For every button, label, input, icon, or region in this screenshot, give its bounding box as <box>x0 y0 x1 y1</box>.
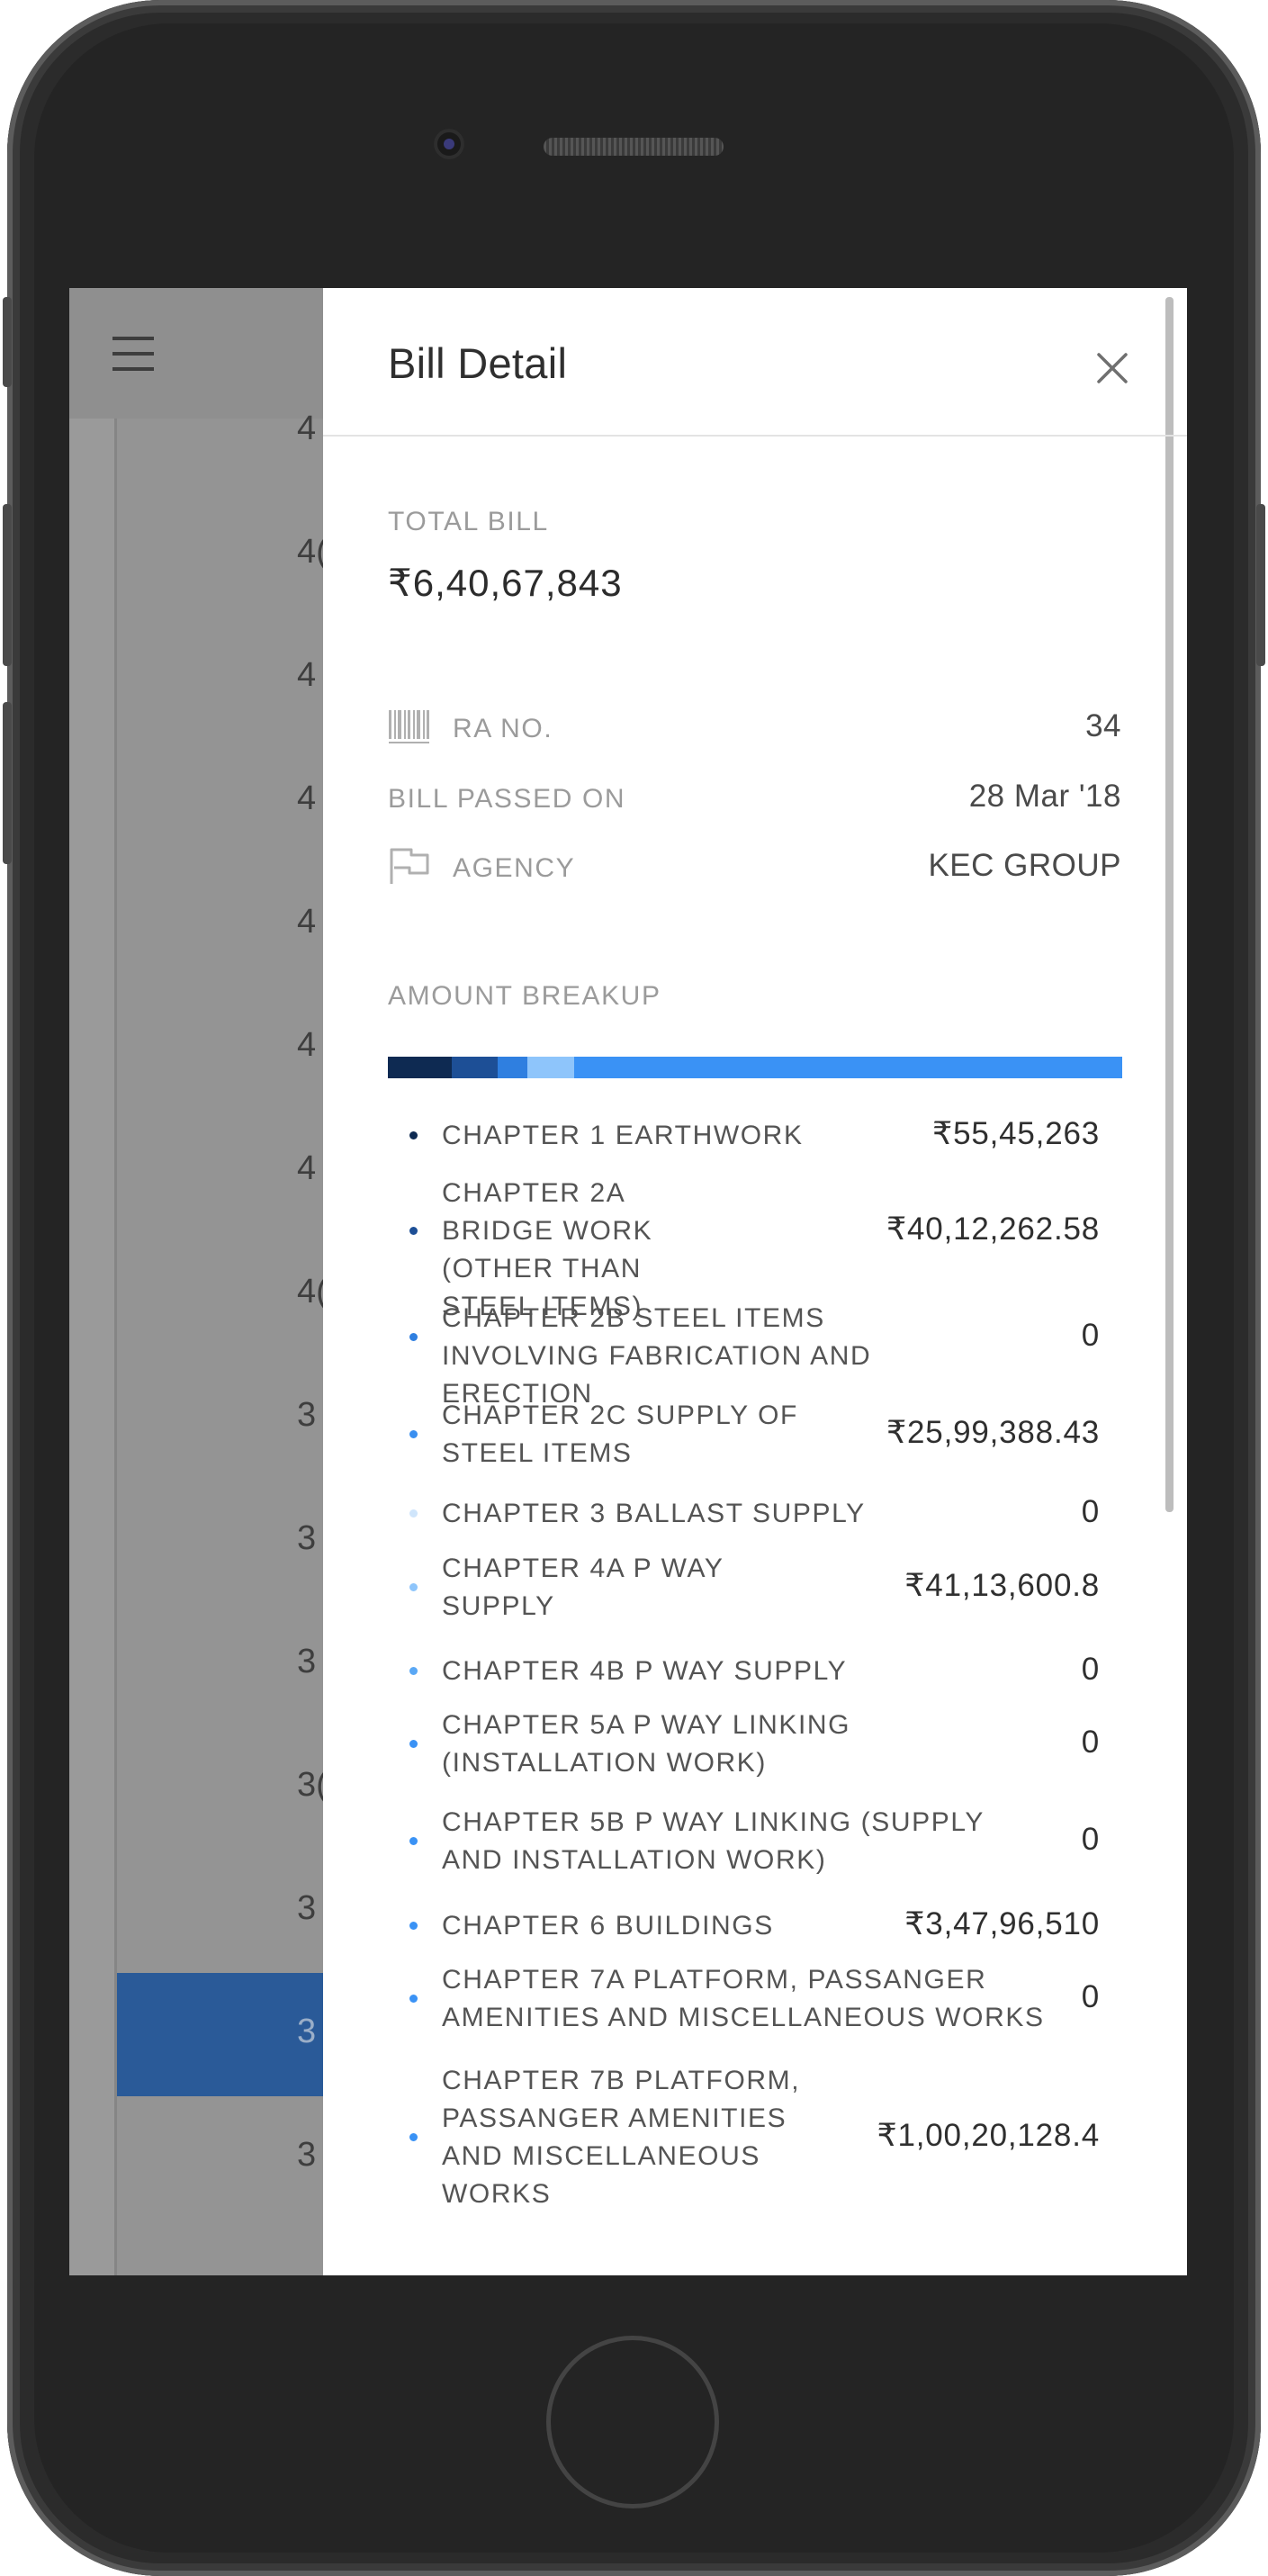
phone-side-button <box>1256 504 1265 666</box>
breakup-chapter-name: CHAPTER 2C SUPPLY OF STEEL ITEMS <box>442 1401 798 1468</box>
breakup-row: CHAPTER 6 BUILDINGS ₹3,47,96,510 <box>388 1897 1100 1955</box>
breakup-row: CHAPTER 2C SUPPLY OF STEEL ITEMS ₹25,99,3… <box>388 1393 1100 1476</box>
legend-dot-icon <box>409 1837 418 1845</box>
ra-number-label: RA NO. <box>453 714 553 743</box>
amount-bar-segment <box>388 1057 452 1078</box>
bill-list-item-number: 4 <box>297 779 317 817</box>
legend-dot-icon <box>409 1509 418 1518</box>
amount-bar-segment <box>526 1057 575 1078</box>
breakup-amount: ₹3,47,96,510 <box>904 1906 1100 1941</box>
bill-list-item-number: 4 <box>297 1149 317 1187</box>
total-bill-label: TOTAL BILL <box>388 507 549 536</box>
close-button[interactable] <box>1090 346 1135 391</box>
breakup-chapter-name: CHAPTER 7B PLATFORM, PASSANGER AMENITIES… <box>442 2066 801 2209</box>
legend-dot-icon <box>409 1995 418 2003</box>
drawer-header: Bill Detail <box>323 288 1187 437</box>
legend-dot-icon <box>409 2133 418 2141</box>
bill-list-item-number: 3 <box>297 1889 317 1927</box>
flag-icon <box>390 848 429 884</box>
bill-list-item-number: 4 <box>297 656 317 694</box>
hamburger-menu-icon[interactable] <box>112 337 154 371</box>
legend-dot-icon <box>409 1430 418 1438</box>
breakup-row: CHAPTER 4B P WAY SUPPLY 0 <box>388 1643 1100 1700</box>
breakup-row: CHAPTER 2B STEEL ITEMS INVOLVING FABRICA… <box>388 1296 1100 1409</box>
front-camera <box>434 129 464 159</box>
bill-list-item-number: 3 <box>297 2136 317 2174</box>
legend-dot-icon <box>409 1583 418 1591</box>
breakup-amount: ₹41,13,600.8 <box>904 1568 1100 1603</box>
phone-side-button <box>3 297 12 387</box>
app-screen: 4 4(4 4 4 4 4 4(3 3 3 3(3 3 3 Bill Detail TOTAL BIL… <box>69 288 1187 2275</box>
bill-list-item-number: 3 <box>297 2013 317 2050</box>
breakup-chapter-name: CHAPTER 3 BALLAST SUPPLY <box>442 1499 866 1528</box>
breakup-amount: 0 <box>1081 1318 1100 1353</box>
amount-bar-segment <box>497 1057 527 1078</box>
phone-side-button <box>3 504 12 666</box>
legend-dot-icon <box>409 1227 418 1235</box>
breakup-row: CHAPTER 7B PLATFORM, PASSANGER AMENITIES… <box>388 2055 1100 2220</box>
phone-side-button <box>3 702 12 864</box>
barcode-icon <box>389 710 429 743</box>
ra-number-row: RA NO. 34 <box>388 707 1121 753</box>
bill-passed-row: BILL PASSED ON 28 Mar '18 <box>388 777 1121 824</box>
breakup-amount: ₹25,99,388.43 <box>886 1415 1100 1450</box>
breakup-row: CHAPTER 2A BRIDGE WORK (OTHER THAN STEEL… <box>388 1168 1100 1321</box>
legend-dot-icon <box>409 1333 418 1341</box>
breakup-row: CHAPTER 7A PLATFORM, PASSANGER AMENITIES… <box>388 1958 1100 2040</box>
amount-bar-segment <box>574 1057 1122 1078</box>
breakup-row: CHAPTER 5A P WAY LINKING (INSTALLATION W… <box>388 1703 1100 1786</box>
bill-passed-value: 28 Mar '18 <box>968 779 1121 814</box>
bill-detail-drawer: Bill Detail TOTAL BILL ₹6,40,67,843 RA N… <box>323 288 1187 2275</box>
bill-list-item-number: 4 <box>297 410 317 447</box>
bill-list-item-number: 4 <box>297 903 317 941</box>
total-bill-value: ₹6,40,67,843 <box>388 562 623 604</box>
amount-breakup-bar <box>388 1057 1122 1078</box>
breakup-amount: 0 <box>1081 1725 1100 1760</box>
breakup-chapter-name: CHAPTER 4A P WAY SUPPLY <box>442 1554 724 1621</box>
amount-breakup-label: AMOUNT BREAKUP <box>388 981 661 1011</box>
drawer-title: Bill Detail <box>388 339 568 387</box>
breakup-chapter-name: CHAPTER 4B P WAY SUPPLY <box>442 1656 848 1686</box>
ra-number-value: 34 <box>1085 708 1121 743</box>
breakup-amount: 0 <box>1081 1822 1100 1857</box>
agency-value: KEC GROUP <box>928 848 1121 883</box>
bill-list-item-number: 3 <box>297 1396 317 1434</box>
breakup-chapter-name: CHAPTER 6 BUILDINGS <box>442 1911 774 1941</box>
home-button[interactable] <box>546 2336 719 2508</box>
breakup-amount: 0 <box>1081 1652 1100 1687</box>
breakup-amount: ₹1,00,20,128.4 <box>877 2118 1100 2153</box>
breakup-chapter-name: CHAPTER 1 EARTHWORK <box>442 1121 804 1150</box>
breakup-chapter-name: CHAPTER 5A P WAY LINKING (INSTALLATION W… <box>442 1710 851 1778</box>
earpiece-speaker <box>544 138 724 156</box>
drawer-scrollbar[interactable] <box>1165 297 1174 1512</box>
bill-list-item-number: 3 <box>297 1643 317 1680</box>
breakup-amount: ₹40,12,262.58 <box>886 1211 1100 1247</box>
close-x-icon <box>1097 353 1128 383</box>
breakup-amount: 0 <box>1081 1494 1100 1529</box>
bill-passed-label: BILL PASSED ON <box>388 784 626 814</box>
bill-list-item-number: 3 <box>297 1519 317 1557</box>
amount-bar-segment <box>451 1057 498 1078</box>
breakup-chapter-name: CHAPTER 7A PLATFORM, PASSANGER AMENITIES… <box>442 1965 1045 2032</box>
breakup-amount: ₹55,45,263 <box>932 1116 1100 1151</box>
breakup-row: CHAPTER 3 BALLAST SUPPLY 0 <box>388 1485 1100 1543</box>
legend-dot-icon <box>409 1922 418 1930</box>
legend-dot-icon <box>409 1667 418 1675</box>
breakup-row: CHAPTER 5B P WAY LINKING (SUPPLY AND INS… <box>388 1800 1100 1883</box>
agency-row: AGENCY KEC GROUP <box>388 846 1121 893</box>
legend-dot-icon <box>409 1131 418 1139</box>
breakup-amount: 0 <box>1081 1979 1100 2014</box>
bill-list-item-number: 4 <box>297 1026 317 1064</box>
agency-label: AGENCY <box>453 853 576 883</box>
breakup-chapter-name: CHAPTER 5B P WAY LINKING (SUPPLY AND INS… <box>442 1807 985 1875</box>
legend-dot-icon <box>409 1740 418 1748</box>
breakup-row: CHAPTER 4A P WAY SUPPLY ₹41,13,600.8 <box>388 1546 1100 1629</box>
breakup-row: CHAPTER 1 EARTHWORK ₹55,45,263 <box>388 1107 1100 1165</box>
